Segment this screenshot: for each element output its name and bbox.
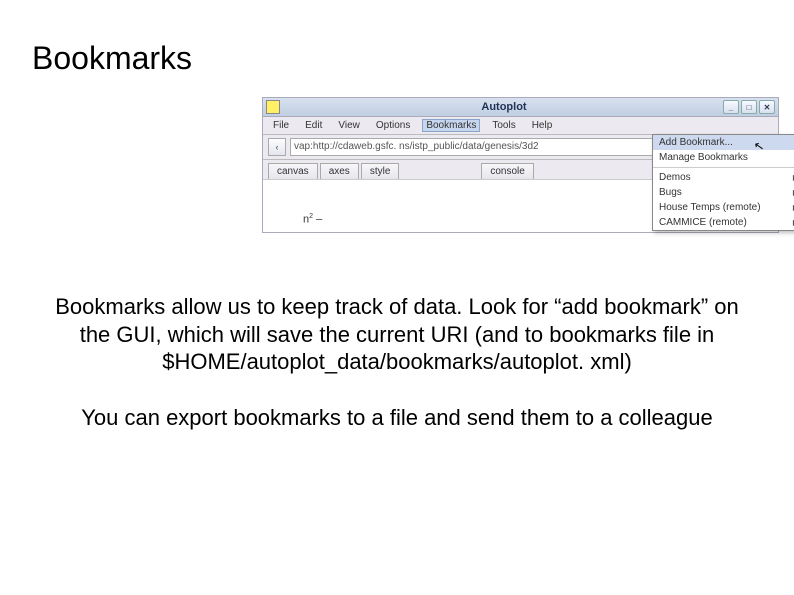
menu-tools[interactable]: Tools — [488, 119, 519, 132]
close-button[interactable]: ✕ — [759, 100, 775, 114]
menu-options[interactable]: Options — [372, 119, 414, 132]
slide-title: Bookmarks — [32, 40, 762, 77]
dropdown-cammice[interactable]: CAMMICE (remote)▶y (/cc) — [653, 215, 794, 230]
tab-axes[interactable]: axes — [320, 163, 359, 179]
mouse-cursor-icon: ↖ — [753, 138, 765, 154]
dropdown-bugs-label: Bugs — [659, 187, 682, 198]
dropdown-demos[interactable]: Demos▶ — [653, 170, 794, 185]
menu-bookmarks[interactable]: Bookmarks — [422, 119, 480, 132]
bookmarks-dropdown: Add Bookmark... Manage Bookmarks Demos▶ … — [652, 134, 794, 231]
dropdown-separator — [653, 167, 794, 168]
dropdown-manage-bookmarks[interactable]: Manage Bookmarks — [653, 150, 794, 165]
back-button[interactable]: ‹ — [268, 138, 286, 156]
app-screenshot: Autoplot _ □ ✕ File Edit View Options Bo… — [262, 97, 782, 233]
slide-paragraph-1: Bookmarks allow us to keep track of data… — [52, 293, 742, 376]
dropdown-house-label: House Temps (remote) — [659, 202, 761, 213]
dropdown-add-bookmark[interactable]: Add Bookmark... — [653, 135, 794, 150]
slide-paragraph-2: You can export bookmarks to a file and s… — [52, 404, 742, 432]
tab-console[interactable]: console — [481, 163, 533, 179]
title-bar: Autoplot _ □ ✕ — [263, 98, 778, 117]
dropdown-add-label: Add Bookmark... — [659, 137, 733, 148]
dropdown-bugs[interactable]: Bugs▶ — [653, 185, 794, 200]
window-title: Autoplot — [285, 101, 723, 113]
axis-label: n2 – — [303, 213, 322, 226]
tab-canvas[interactable]: canvas — [268, 163, 318, 179]
dropdown-cammice-label: CAMMICE (remote) — [659, 217, 747, 228]
menu-bar: File Edit View Options Bookmarks Tools H… — [263, 117, 778, 135]
menu-file[interactable]: File — [269, 119, 293, 132]
tab-style[interactable]: style — [361, 163, 400, 179]
dropdown-demos-label: Demos — [659, 172, 691, 183]
menu-help[interactable]: Help — [528, 119, 557, 132]
dropdown-house-temps[interactable]: House Temps (remote)▶ — [653, 200, 794, 215]
app-icon — [266, 100, 280, 114]
maximize-button[interactable]: □ — [741, 100, 757, 114]
menu-view[interactable]: View — [334, 119, 364, 132]
dropdown-manage-label: Manage Bookmarks — [659, 152, 748, 163]
minimize-button[interactable]: _ — [723, 100, 739, 114]
url-input[interactable]: vap:http://cdaweb.gsfc. ns/istp_public/d… — [290, 138, 707, 156]
menu-edit[interactable]: Edit — [301, 119, 326, 132]
slide-body: Bookmarks allow us to keep track of data… — [32, 293, 762, 431]
